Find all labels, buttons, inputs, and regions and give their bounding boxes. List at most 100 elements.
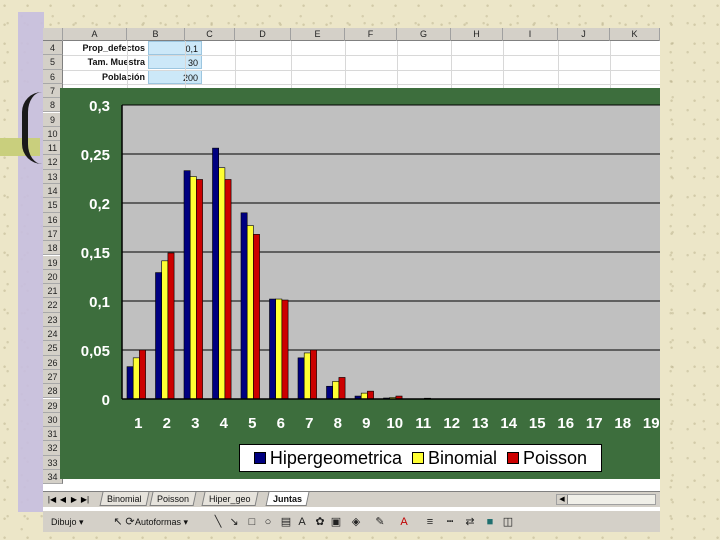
bar-hipergeometrica [297, 357, 305, 400]
x-tick-label: 18 [614, 415, 631, 432]
gridline-horizontal [63, 83, 660, 85]
line-style-icon[interactable]: ≡ [423, 515, 437, 529]
param-label-cell[interactable]: Prop_defectos [64, 41, 148, 55]
row-header[interactable]: 5 [43, 55, 63, 70]
draw-menu-button[interactable]: Dibujo ▾ [51, 514, 84, 530]
dash-style-icon[interactable]: ┅ [443, 515, 457, 529]
bar-poisson [253, 234, 260, 400]
x-tick-label: 10 [386, 415, 403, 432]
textbox-icon[interactable]: ▤ [279, 515, 293, 529]
scroll-left-icon[interactable]: ◀ [557, 495, 568, 504]
legend-swatch [507, 452, 520, 464]
wordart-icon[interactable]: A [295, 515, 309, 529]
bar-poisson [367, 390, 374, 400]
x-tick-label: 4 [220, 415, 229, 432]
y-tick-label: 0,05 [81, 343, 110, 360]
sheet-tab-label: Binomial [107, 494, 142, 504]
param-value-cell[interactable]: 30 [148, 55, 202, 70]
bar-hipergeometrica [240, 212, 248, 400]
clipart-icon[interactable]: ✿ [313, 515, 327, 529]
shadow-icon[interactable]: ■ [483, 515, 497, 529]
x-tick-label: 5 [248, 415, 256, 432]
bar-hipergeometrica [269, 298, 276, 400]
tab-nav-icon[interactable]: |◀ [47, 494, 57, 505]
sheet-tab-label: Poisson [157, 494, 190, 504]
legend-swatch [411, 452, 424, 464]
column-header[interactable]: A [63, 28, 127, 41]
autoshapes-menu-button[interactable]: Autoformas ▾ [135, 514, 188, 530]
row-header[interactable]: 4 [43, 41, 63, 56]
arrow-style-icon[interactable]: ⇄ [463, 515, 477, 529]
slide-decoration-hook [22, 92, 42, 164]
bar-hipergeometrica [126, 366, 134, 400]
bar-hipergeometrica [155, 272, 162, 400]
image-icon[interactable]: ▣ [329, 515, 343, 529]
legend-item: Poisson [507, 448, 587, 469]
bar-poisson [281, 299, 289, 400]
column-header[interactable]: I [503, 28, 558, 41]
horizontal-scrollbar[interactable]: ◀ [556, 494, 656, 505]
row-header[interactable]: 6 [43, 69, 63, 84]
bar-hipergeometrica [183, 170, 191, 400]
sheet-tab-label: Juntas [273, 494, 303, 504]
column-header[interactable]: G [397, 28, 451, 41]
rectangle-icon[interactable]: □ [245, 515, 259, 529]
line-icon[interactable]: ╲ [211, 515, 225, 529]
bar-binomial [360, 392, 368, 400]
chart-svg: 00,050,10,150,20,250,31 2 3 4 5 6 7 8 9 10 11 12 13 1… [81, 98, 660, 432]
column-header[interactable]: F [345, 28, 397, 41]
bar-binomial [246, 225, 254, 400]
bar-poisson [224, 179, 232, 400]
param-value-cell[interactable]: 200 [148, 69, 202, 84]
legend-label: Hipergeometrica [269, 447, 402, 468]
x-tick-label: 1 [134, 415, 142, 432]
sheet-tab-label: Hiper_geo [209, 494, 251, 504]
font-color-icon[interactable]: A [397, 515, 411, 529]
tab-nav-icon[interactable]: ◀ [58, 494, 68, 505]
y-tick-label: 0,15 [81, 245, 110, 262]
fill-color-icon[interactable]: ◈ [349, 515, 363, 529]
column-header[interactable]: C [185, 28, 235, 41]
gridline-horizontal [63, 55, 660, 57]
chart[interactable]: 0 0,05 0,1 0,15 0,2 0,25 0,3 1 2 3 4 5 6 7 8 9 10 11 12 13 1… [60, 88, 660, 479]
legend-label: Poisson [523, 447, 588, 468]
x-tick-label: 13 [472, 415, 489, 432]
select-all-corner[interactable] [43, 28, 63, 41]
column-header[interactable]: J [558, 28, 610, 41]
param-label-cell[interactable]: Tam. Muestra [64, 55, 148, 69]
bar-poisson [167, 252, 175, 400]
column-header[interactable]: H [451, 28, 503, 41]
y-tick-label: 0 [102, 392, 110, 409]
sheet-tab[interactable]: Juntas [265, 492, 310, 506]
bar-poisson [338, 377, 346, 400]
line-color-icon[interactable]: ✎ [373, 515, 387, 529]
rotate-icon[interactable]: ⟳ [123, 515, 137, 529]
x-tick-label: 11 [415, 415, 431, 432]
tab-nav-icon[interactable]: ▶ [69, 494, 79, 505]
arrow-icon[interactable]: ↘ [227, 515, 241, 529]
sheet-tab[interactable]: Hiper_geo [201, 492, 259, 506]
column-header[interactable]: B [127, 28, 185, 41]
x-tick-label: 9 [362, 415, 370, 432]
y-tick-label: 0,25 [81, 147, 110, 164]
3d-icon[interactable]: ◫ [501, 515, 515, 529]
sheet-tab[interactable]: Binomial [99, 492, 150, 506]
autoshapes-menu-label: Autoformas [135, 517, 182, 527]
drawing-toolbar: Dibujo ▾ Autoformas ▾ ↖ ⟳ ╲ ↘ □ ○ ▤ A ✿ ▣ ◈ ✎ A ≡ ┅ ⇄ ■ ◫ [43, 510, 660, 532]
param-label-cell[interactable]: Población [64, 70, 148, 84]
legend-item: Hipergeometrica [253, 447, 402, 469]
column-header[interactable]: K [610, 28, 660, 41]
param-value-cell[interactable]: 0,1 [148, 41, 202, 55]
bar-binomial [189, 176, 197, 400]
tab-nav-icon[interactable]: ▶| [80, 494, 90, 505]
bar-binomial [132, 357, 140, 400]
column-header[interactable]: E [291, 28, 345, 41]
oval-icon[interactable]: ○ [261, 515, 275, 529]
gridline-horizontal [63, 69, 660, 71]
sheet-tab[interactable]: Poisson [149, 492, 197, 506]
y-tick-label: 0,3 [89, 98, 110, 115]
chart-legend: Hipergeometrica Binomial Poisson [239, 444, 602, 472]
column-header[interactable]: D [235, 28, 291, 41]
legend-swatch [253, 452, 266, 464]
bar-binomial [332, 381, 340, 400]
